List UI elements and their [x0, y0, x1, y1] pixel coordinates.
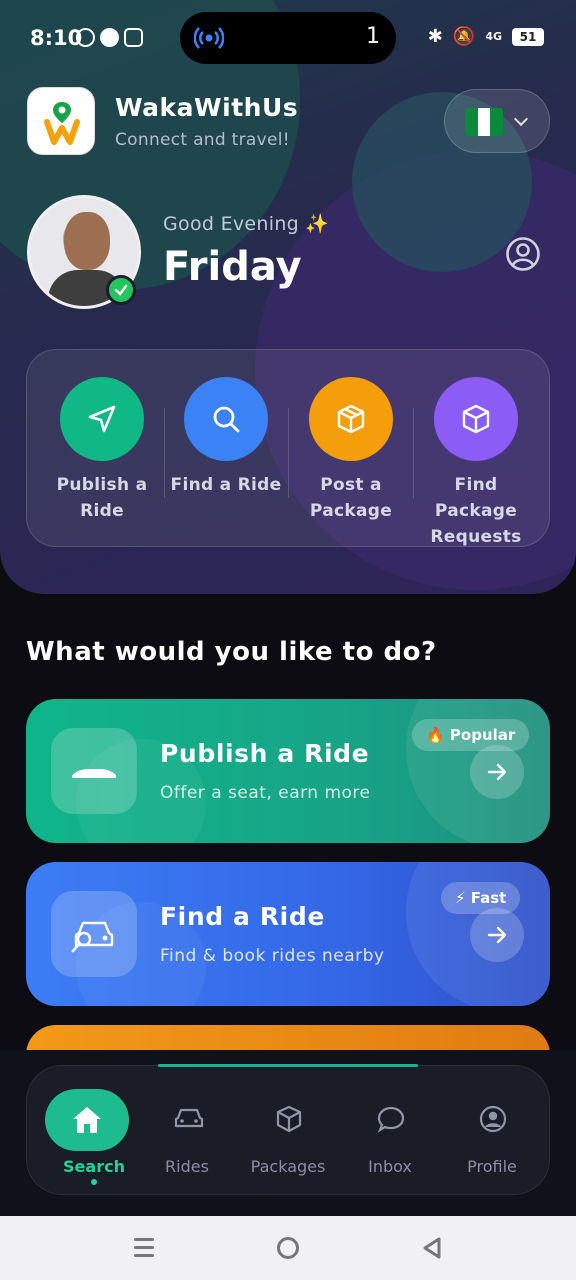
nav-item-profile[interactable]: Profile	[442, 1066, 542, 1196]
car-icon	[174, 1108, 204, 1128]
home-icon	[73, 1107, 101, 1133]
battery-icon: 51	[512, 27, 544, 46]
box-icon	[276, 1105, 302, 1133]
quick-action-icon-bg	[309, 377, 393, 461]
car-icon	[72, 769, 116, 778]
home-button-icon[interactable]	[277, 1237, 299, 1259]
card-subtitle: Find & book rides nearby	[160, 946, 385, 966]
user-circle-icon[interactable]	[505, 236, 541, 272]
quick-action-icon-bg	[184, 377, 268, 461]
find-ride-card[interactable]: Find a Ride Find & book rides nearby ⚡ F…	[26, 862, 550, 1006]
mute-icon: 🔕	[452, 26, 476, 47]
app-tagline: Connect and travel!	[115, 130, 290, 150]
chat-icon	[377, 1106, 405, 1133]
back-icon[interactable]	[421, 1236, 443, 1260]
app-screen: 8:10 1 ✱ 🔕 4G 51 WakaWithUs Connect and …	[0, 0, 576, 1280]
system-status-icons: ✱ 🔕 4G 51	[428, 26, 544, 47]
nav-item-packages[interactable]: Packages	[238, 1066, 338, 1196]
quick-action-post-package[interactable]: Post a Package	[289, 350, 413, 548]
card-icon-bg	[51, 891, 137, 977]
nav-item-inbox[interactable]: Inbox	[340, 1066, 440, 1196]
arrow-right-icon	[487, 926, 507, 944]
card-title: Find a Ride	[160, 902, 325, 931]
dynamic-island[interactable]: 1	[180, 12, 396, 64]
country-selector[interactable]	[444, 89, 550, 153]
box-icon	[337, 404, 365, 434]
check-icon	[114, 284, 128, 296]
user-icon	[479, 1105, 507, 1133]
whatsapp-icon	[76, 28, 95, 47]
app-logo	[27, 87, 95, 155]
card-arrow-button[interactable]	[470, 908, 524, 962]
verified-badge	[106, 275, 136, 305]
card-arrow-button[interactable]	[470, 745, 524, 799]
quick-actions-panel: Publish a Ride Find a Ride Post a Packag…	[26, 349, 550, 547]
nav-label: Search	[63, 1157, 125, 1176]
network-indicator: 4G	[485, 29, 502, 43]
quick-action-label: Post a Package	[309, 475, 393, 521]
logo-mark-icon	[44, 102, 80, 145]
card-title: Publish a Ride	[160, 739, 370, 768]
bottom-nav: Search Rides Packages Inbox Profile	[26, 1065, 550, 1195]
package-icon	[462, 404, 490, 434]
nav-label: Packages	[250, 1157, 326, 1176]
card-icon-bg	[51, 728, 137, 814]
quick-action-label: Find a Ride	[170, 475, 282, 495]
nav-active-indicator	[45, 1089, 129, 1151]
nav-label: Rides	[165, 1157, 209, 1176]
fast-badge: ⚡ Fast	[441, 882, 521, 914]
nav-item-search[interactable]: Search	[36, 1066, 136, 1196]
system-navigation-bar	[0, 1216, 576, 1280]
message-icon	[100, 28, 119, 47]
arrow-right-icon	[487, 763, 507, 781]
bluetooth-icon: ✱	[427, 26, 443, 47]
quick-action-label: Publish a Ride	[56, 475, 148, 521]
quick-action-icon-bg	[60, 377, 144, 461]
status-time: 8:10	[30, 26, 83, 50]
status-bar: 8:10 1 ✱ 🔕 4G 51	[0, 0, 576, 76]
quick-action-icon-bg	[434, 377, 518, 461]
instagram-icon	[124, 28, 143, 47]
quick-action-find-package-requests[interactable]: Find Package Requests	[414, 350, 538, 548]
nav-item-rides[interactable]: Rides	[137, 1066, 237, 1196]
app-name: WakaWithUs	[115, 93, 299, 122]
popular-badge: 🔥 Popular	[412, 719, 530, 751]
nav-label: Inbox	[368, 1157, 412, 1176]
avatar-photo	[64, 212, 110, 270]
quick-action-label: Find Package Requests	[430, 475, 522, 547]
active-dot	[91, 1179, 97, 1185]
nav-label: Profile	[467, 1157, 517, 1176]
car-search-icon	[71, 921, 114, 953]
send-icon	[88, 405, 116, 433]
quick-action-publish-ride[interactable]: Publish a Ride	[40, 350, 164, 548]
quick-action-find-ride[interactable]: Find a Ride	[164, 350, 288, 548]
greeting-text: Good Evening ✨	[163, 213, 330, 235]
section-title: What would you like to do?	[26, 637, 437, 667]
nigeria-flag-icon	[465, 108, 503, 136]
broadcast-icon	[194, 27, 224, 49]
nav-accent-line	[158, 1064, 418, 1067]
notification-icons	[76, 28, 143, 47]
chevron-down-icon	[513, 111, 529, 127]
pill-count: 1	[366, 24, 380, 49]
publish-ride-card[interactable]: Publish a Ride Offer a seat, earn more 🔥…	[26, 699, 550, 843]
card-subtitle: Offer a seat, earn more	[160, 783, 371, 803]
user-name: Friday	[163, 244, 302, 290]
search-icon	[213, 406, 240, 433]
recent-apps-icon[interactable]	[134, 1238, 154, 1262]
